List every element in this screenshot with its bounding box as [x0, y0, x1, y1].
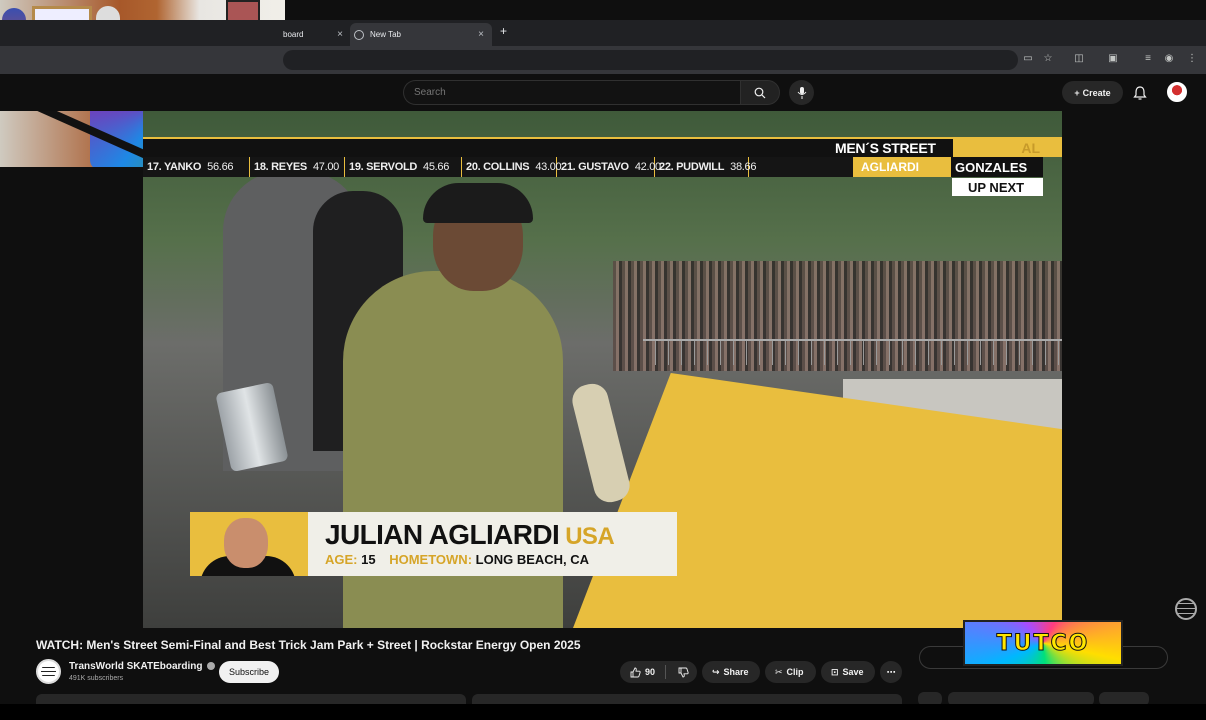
event-title: MEN´S STREET	[835, 140, 936, 156]
menu-icon[interactable]: ⋮	[1186, 53, 1198, 65]
skater-name: 20. COLLINS	[466, 161, 530, 173]
close-icon[interactable]: ×	[478, 29, 484, 40]
skater-name: 21. GUSTAVO	[561, 161, 629, 173]
scoreboard-entry: 17. YANKO 56.66	[143, 157, 250, 177]
skater-country: USA	[565, 523, 615, 550]
skater-name-text: JULIAN AGLIARDI	[325, 519, 560, 550]
skater-points: 47.00	[312, 161, 339, 173]
create-label: Create	[1082, 87, 1111, 98]
search-input[interactable]	[414, 87, 714, 98]
skater-cap	[423, 183, 533, 223]
browser-tab-bar: board × New Tab ×	[0, 20, 1206, 46]
search-button[interactable]	[740, 80, 780, 105]
hometown-value: LONG BEACH, CA	[475, 552, 590, 567]
scoreboard: 17. YANKO 56.66 18. REYES 47.00 19. SERVOL…	[143, 157, 853, 177]
cast-icon[interactable]: ▭	[1022, 53, 1034, 65]
current-skater: AGLIARDI	[853, 157, 951, 177]
browser-tab[interactable]: board ×	[283, 23, 343, 46]
save-label: Save	[842, 667, 864, 677]
logo-text: TUTCO	[996, 630, 1090, 656]
skater-points: 56.66	[207, 161, 234, 173]
comments-panel[interactable]	[472, 694, 902, 704]
subscriber-count: 491K subscribers	[69, 675, 124, 682]
skater-headshot	[190, 512, 308, 576]
skater-name: 18. REYES	[254, 161, 307, 173]
extensions-icon[interactable]: ◫	[1073, 53, 1085, 65]
browser-tab-active[interactable]: New Tab ×	[350, 23, 492, 46]
bookmark-star-icon[interactable]: ☆	[1042, 53, 1054, 65]
scoreboard-entry: 21. GUSTAVO 42.00	[557, 157, 661, 177]
channel-avatar[interactable]	[36, 659, 61, 684]
verified-icon	[206, 662, 215, 671]
stream-overlay-logo: TUTCO	[963, 620, 1123, 666]
globe-icon	[354, 29, 364, 40]
scoreboard-entry: 19. SERVOLD 45.66	[345, 157, 462, 177]
search-icon	[754, 87, 766, 98]
plus-icon: +	[1074, 87, 1080, 98]
clip-label: Clip	[786, 667, 804, 677]
clip-button[interactable]: ✂ Clip	[765, 661, 816, 683]
new-tab-button[interactable]: +	[500, 24, 507, 38]
hometown-label: HOMETOWN:	[389, 552, 473, 567]
share-icon: ↪	[712, 666, 720, 677]
skater-points: 38.66	[730, 161, 757, 173]
skater-lower-third: JULIAN AGLIARDI USA AGE: 15 HOMETOWN: LON…	[308, 512, 677, 576]
video-title: WATCH: Men's Street Semi-Final and Best …	[36, 638, 581, 652]
age-label: AGE:	[325, 552, 358, 567]
headshot-face	[224, 518, 268, 568]
like-dislike-group: 90	[620, 661, 697, 683]
scoreboard-entry: 22. PUDWILL 38.66	[655, 157, 756, 177]
tab-title: board	[283, 30, 304, 39]
up-next-label: UP NEXT	[952, 178, 1043, 196]
profile-icon[interactable]: ◉	[1163, 53, 1175, 65]
channel-name[interactable]: TransWorld SKATEboarding	[69, 661, 215, 672]
fence	[643, 339, 1062, 365]
divider	[665, 665, 667, 679]
skater-name: 17. YANKO	[147, 161, 202, 173]
address-bar[interactable]	[283, 50, 1018, 70]
microphone-icon	[797, 86, 806, 99]
skater-details: AGE: 15 HOMETOWN: LONG BEACH, CA	[325, 552, 599, 567]
screen-bottom-edge	[0, 704, 1206, 720]
skateboard	[569, 380, 633, 506]
bookmark-icon: ⊡	[831, 666, 839, 677]
tab-title: New Tab	[370, 30, 401, 39]
event-title-bar: MEN´S STREET AL	[143, 137, 1062, 157]
scoreboard-entry: 20. COLLINS 43.00	[462, 157, 562, 177]
skater-full-name: JULIAN AGLIARDI USA	[325, 519, 615, 551]
skater-name: 22. PUDWILL	[659, 161, 725, 173]
share-label: Share	[723, 667, 749, 677]
description-panel[interactable]	[36, 694, 466, 704]
account-avatar[interactable]	[1167, 82, 1187, 102]
like-count[interactable]: 90	[645, 667, 655, 677]
next-skater: GONZALES	[951, 157, 1043, 177]
save-button[interactable]: ⊡ Save	[821, 661, 875, 683]
close-icon[interactable]: ×	[337, 29, 343, 40]
share-button[interactable]: ↪ Share	[702, 661, 760, 683]
skater-points: 45.66	[423, 161, 450, 173]
scoreboard-entry: 18. REYES 47.00	[250, 157, 345, 177]
scissors-icon: ✂	[775, 666, 783, 677]
subscribe-button[interactable]: Subscribe	[219, 661, 279, 683]
translate-icon[interactable]: ≡	[1142, 53, 1154, 65]
thumbs-down-icon[interactable]	[678, 667, 689, 678]
thumbs-up-icon[interactable]	[630, 667, 641, 678]
search-box[interactable]	[403, 80, 740, 105]
channel-watermark-icon[interactable]	[1175, 598, 1197, 620]
notifications-bell-icon[interactable]	[1132, 85, 1148, 101]
skater-name: 19. SERVOLD	[349, 161, 418, 173]
age-value: 15	[361, 552, 376, 567]
sidebar-icon[interactable]: ▣	[1107, 53, 1119, 65]
channel-name-text: TransWorld SKATEboarding	[69, 661, 203, 672]
more-actions-button[interactable]: ⋯	[880, 661, 902, 683]
event-badge: AL	[953, 139, 1062, 157]
create-button[interactable]: + Create	[1062, 81, 1123, 104]
event-badge-text: AL	[1021, 140, 1040, 156]
voice-search-button[interactable]	[789, 80, 814, 105]
